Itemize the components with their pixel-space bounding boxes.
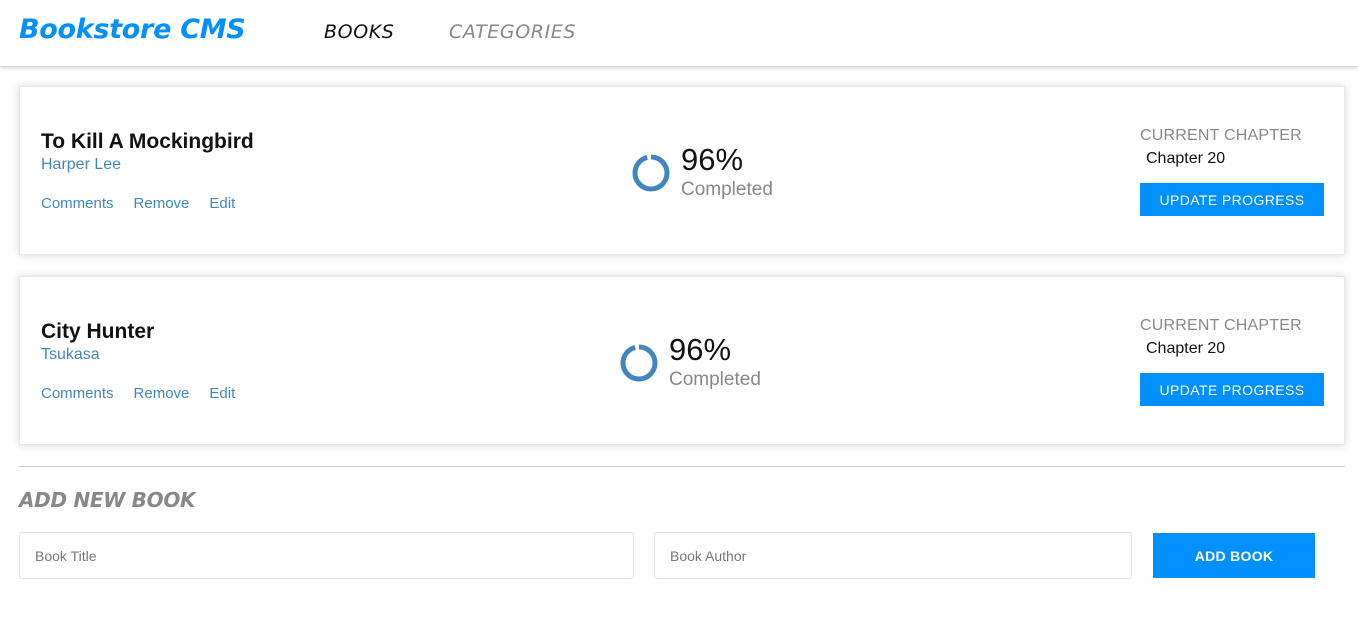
progress-ring-icon [620, 344, 658, 382]
progress-percent: 96% [669, 332, 732, 367]
current-chapter-value: Chapter 20 [1146, 150, 1226, 167]
progress-ring-icon [632, 154, 670, 192]
progress-status: Completed [669, 369, 761, 390]
book-author[interactable]: Harper Lee [41, 156, 121, 174]
edit-button[interactable]: Edit [209, 385, 235, 402]
book-card: City Hunter Tsukasa Comments Remove Edit… [19, 276, 1345, 445]
book-actions: Comments Remove Edit [41, 195, 255, 212]
app-header: Bookstore CMS BOOKS CATEGORIES [0, 0, 1358, 67]
current-chapter-label: CURRENT CHAPTER [1140, 127, 1302, 144]
nav-books[interactable]: BOOKS [324, 21, 394, 43]
update-progress-button[interactable]: UPDATE PROGRESS [1140, 183, 1324, 216]
remove-button[interactable]: Remove [134, 195, 190, 212]
book-title-input[interactable] [19, 532, 634, 579]
book-card: To Kill A Mockingbird Harper Lee Comment… [19, 86, 1345, 255]
app-logo[interactable]: Bookstore CMS [19, 14, 246, 45]
update-progress-button[interactable]: UPDATE PROGRESS [1140, 373, 1324, 406]
section-divider [19, 466, 1345, 467]
current-chapter-label: CURRENT CHAPTER [1140, 317, 1302, 334]
nav-categories[interactable]: CATEGORIES [449, 21, 576, 43]
add-book-heading: ADD NEW BOOK [19, 488, 196, 512]
book-actions: Comments Remove Edit [41, 385, 255, 402]
book-author[interactable]: Tsukasa [41, 346, 100, 364]
remove-button[interactable]: Remove [134, 385, 190, 402]
current-chapter-value: Chapter 20 [1146, 340, 1226, 357]
book-title: City Hunter [41, 320, 155, 343]
edit-button[interactable]: Edit [209, 195, 235, 212]
progress-status: Completed [681, 179, 773, 200]
progress-percent: 96% [681, 142, 744, 177]
book-author-input[interactable] [654, 532, 1132, 579]
comments-button[interactable]: Comments [41, 385, 114, 402]
add-book-button[interactable]: ADD BOOK [1153, 533, 1315, 578]
book-title: To Kill A Mockingbird [41, 130, 254, 153]
comments-button[interactable]: Comments [41, 195, 114, 212]
